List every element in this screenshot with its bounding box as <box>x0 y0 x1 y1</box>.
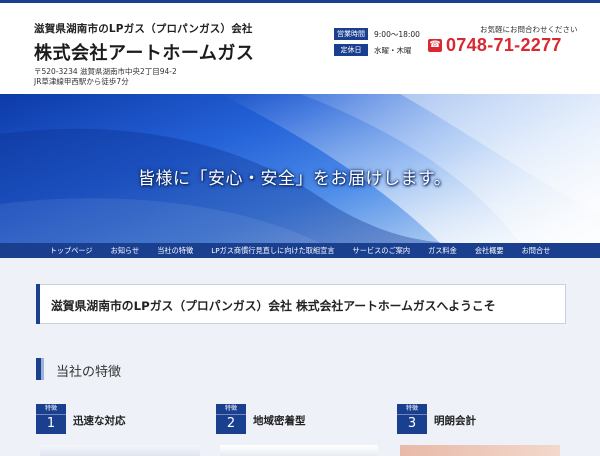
phone-number: 0748-71-2277 <box>446 35 562 55</box>
holiday-label: 定休日 <box>334 44 368 56</box>
address-line-1: 〒520-3234 滋賀県湖南市中央2丁目94-2 <box>34 67 177 76</box>
nav-item-contact[interactable]: お問合せ <box>513 243 560 258</box>
hero-slogan: 皆様に「安心・安全」をお届けします。 <box>138 169 452 189</box>
feature-2-image <box>220 445 378 456</box>
feature-2: 特徴 2 地域密着型 <box>216 404 306 434</box>
feature-badge: 特徴 2 <box>216 404 246 434</box>
feature-badge: 特徴 3 <box>397 404 427 434</box>
feature-3-image <box>400 445 560 456</box>
feature-title: 地域密着型 <box>253 415 306 427</box>
feature-1: 特徴 1 迅速な対応 <box>36 404 126 434</box>
address-line-2: JR草津線甲西駅から徒歩7分 <box>34 77 129 86</box>
nav-item-top[interactable]: トップページ <box>41 243 102 258</box>
feature-1-image <box>40 445 200 456</box>
nav-item-company[interactable]: 会社概要 <box>466 243 513 258</box>
welcome-heading: 滋賀県湖南市のLPガス（プロパンガス）会社 株式会社アートホームガスへようこそ <box>51 299 496 313</box>
nav-item-news[interactable]: お知らせ <box>102 243 149 258</box>
holiday-value: 水曜・木曜 <box>374 45 412 55</box>
site-header: 滋賀県湖南市のLPガス（プロパンガス）会社 株式会社アートホームガス 〒520-… <box>0 3 600 94</box>
feature-title: 迅速な対応 <box>73 415 126 427</box>
phone-icon: ☎ <box>428 39 442 52</box>
nav-item-gas-rates[interactable]: ガス料金 <box>419 243 466 258</box>
nav-item-features[interactable]: 当社の特徴 <box>148 243 202 258</box>
nav-item-services[interactable]: サービスのご案内 <box>344 243 420 258</box>
feature-title: 明朗会計 <box>434 415 476 427</box>
phone-link[interactable]: ☎ 0748-71-2277 <box>428 35 562 56</box>
feature-3: 特徴 3 明朗会計 <box>397 404 476 434</box>
hours-label: 営業時間 <box>334 28 368 40</box>
site-tagline: 滋賀県湖南市のLPガス（プロパンガス）会社 <box>34 23 253 35</box>
welcome-box: 滋賀県湖南市のLPガス（プロパンガス）会社 株式会社アートホームガスへようこそ <box>36 284 566 324</box>
feature-badge: 特徴 1 <box>36 404 66 434</box>
company-logo-title[interactable]: 株式会社アートホームガス <box>34 39 254 65</box>
section-title: 当社の特徴 <box>56 365 122 380</box>
contact-prompt: お気軽にお問合わせください <box>480 25 578 34</box>
nav-item-declaration[interactable]: LPガス商慣行見直しに向けた取組宣言 <box>202 243 343 258</box>
section-title-marker <box>36 358 44 380</box>
main-navigation: トップページ お知らせ 当社の特徴 LPガス商慣行見直しに向けた取組宣言 サービ… <box>0 243 600 258</box>
company-address: 〒520-3234 滋賀県湖南市中央2丁目94-2 JR草津線甲西駅から徒歩7分 <box>34 67 177 87</box>
business-hours: 営業時間 9:00～18:00 定休日 水曜・木曜 <box>334 27 420 59</box>
hours-value: 9:00～18:00 <box>374 29 420 39</box>
